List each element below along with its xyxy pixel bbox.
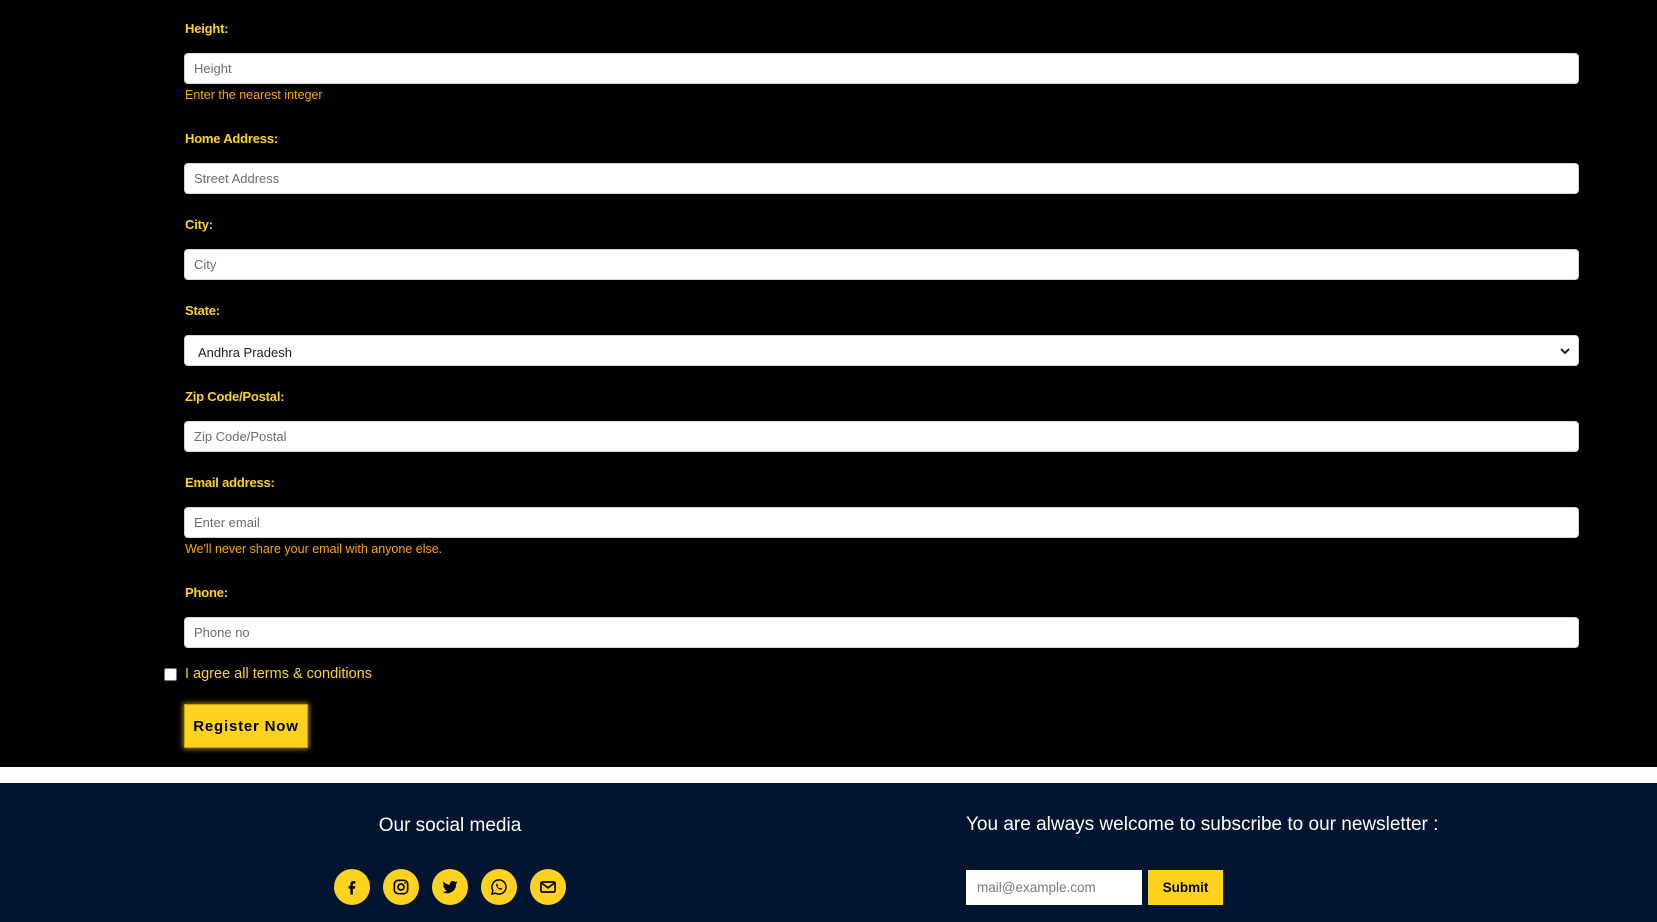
register-button[interactable]: Register Now <box>184 704 308 748</box>
newsletter-title: You are always welcome to subscribe to o… <box>966 814 1439 835</box>
phone-label: Phone: <box>185 585 228 600</box>
height-label: Height: <box>185 21 229 36</box>
height-help-text: Enter the nearest integer <box>185 88 323 102</box>
state-selected-value: Andhra Pradesh <box>198 345 292 360</box>
street-address-input[interactable] <box>184 163 1579 194</box>
whatsapp-icon[interactable] <box>481 869 517 905</box>
phone-input[interactable] <box>184 617 1579 648</box>
zip-label: Zip Code/Postal: <box>185 389 285 404</box>
section-divider <box>0 767 1657 783</box>
email-input[interactable] <box>184 507 1579 538</box>
height-input[interactable] <box>184 53 1579 84</box>
footer: Our social media You are always welcome … <box>0 783 1657 922</box>
home-address-label: Home Address: <box>185 131 278 146</box>
zip-input[interactable] <box>184 421 1579 452</box>
social-icons <box>334 869 566 905</box>
social-media-title: Our social media <box>378 815 522 836</box>
instagram-icon[interactable] <box>383 869 419 905</box>
mail-icon[interactable] <box>530 869 566 905</box>
state-label: State: <box>185 303 220 318</box>
terms-label: I agree all terms & conditions <box>185 666 372 682</box>
facebook-icon[interactable] <box>334 869 370 905</box>
email-label: Email address: <box>185 475 275 490</box>
registration-form: Height: Enter the nearest integer Home A… <box>0 0 1657 767</box>
state-select[interactable]: Andhra Pradesh <box>184 335 1579 366</box>
newsletter-submit-button[interactable]: Submit <box>1148 870 1223 905</box>
city-input[interactable] <box>184 249 1579 280</box>
terms-checkbox[interactable] <box>164 668 177 681</box>
newsletter-email-input[interactable] <box>966 870 1142 905</box>
email-help-text: We'll never share your email with anyone… <box>185 542 443 556</box>
chevron-down-icon <box>1560 348 1570 355</box>
city-label: City: <box>185 217 213 232</box>
twitter-icon[interactable] <box>432 869 468 905</box>
